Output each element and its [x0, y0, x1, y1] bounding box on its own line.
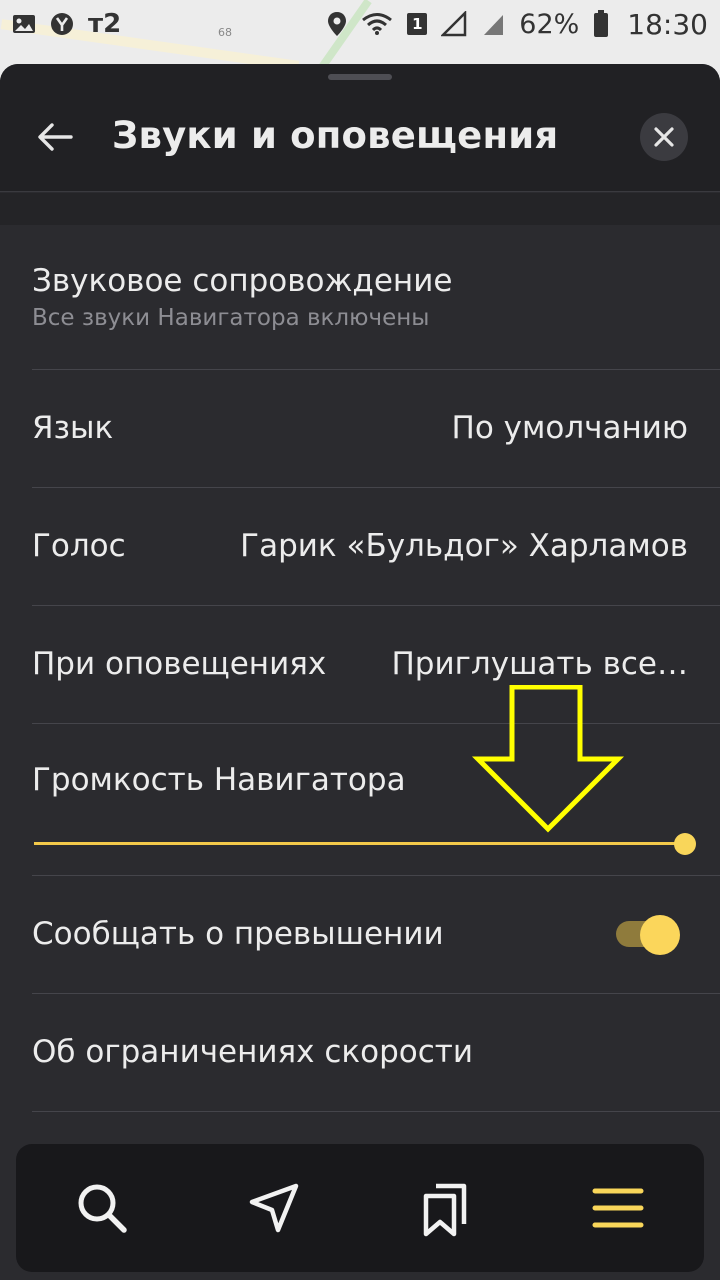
back-arrow-icon — [38, 123, 73, 151]
wifi-icon — [362, 13, 393, 35]
signal-icon-2 — [484, 15, 504, 35]
setting-value: Приглушать все… — [391, 646, 688, 682]
sheet-header: Звуки и оповещения — [0, 64, 720, 192]
setting-label: Звуковое сопровождение — [32, 263, 453, 299]
toggle-knob — [640, 915, 680, 955]
yandex-icon — [51, 13, 73, 35]
setting-label: При оповещениях — [32, 646, 327, 682]
image-icon — [13, 15, 35, 33]
annotation-arrow-icon — [471, 685, 625, 833]
setting-language[interactable]: Язык По умолчанию — [32, 370, 720, 488]
setting-voice[interactable]: Голос Гарик «Бульдог» Харламов — [32, 488, 720, 606]
setting-value: Гарик «Бульдог» Харламов — [240, 528, 688, 564]
signal-icon — [441, 11, 467, 37]
battery-icon — [594, 10, 609, 37]
carrier-label: т2 — [88, 9, 122, 39]
setting-label: Голос — [32, 528, 126, 564]
status-bar: т2 1 62% 18:30 — [0, 0, 720, 48]
slider-track — [34, 842, 684, 845]
speeding-toggle[interactable] — [616, 915, 682, 955]
navigation-arrow-icon — [249, 1183, 299, 1233]
nav-navigation-button[interactable] — [232, 1166, 316, 1250]
setting-speeding-alert[interactable]: Сообщать о превышении — [32, 876, 720, 994]
page-title: Звуки и оповещения — [112, 114, 559, 157]
slider-thumb[interactable] — [674, 833, 696, 855]
setting-label: Об ограничениях скорости — [32, 1034, 473, 1070]
close-icon — [654, 127, 674, 147]
clock: 18:30 — [627, 7, 708, 41]
nav-menu-button[interactable] — [576, 1166, 660, 1250]
settings-list: Звуковое сопровождение Все звуки Навигат… — [0, 225, 720, 1112]
bottom-navigation — [16, 1144, 704, 1272]
settings-sheet: Звуки и оповещения Звуковое сопровождени… — [0, 64, 720, 1280]
setting-label: Язык — [32, 410, 114, 446]
drag-handle[interactable] — [328, 74, 392, 80]
setting-speed-limits[interactable]: Об ограничениях скорости — [32, 994, 720, 1112]
sim-badge: 1 — [407, 13, 428, 35]
location-icon — [328, 12, 347, 36]
setting-sound-accompaniment[interactable]: Звуковое сопровождение Все звуки Навигат… — [32, 225, 720, 370]
close-button[interactable] — [640, 113, 688, 161]
nav-bookmarks-button[interactable] — [404, 1166, 488, 1250]
header-spacer — [0, 193, 720, 225]
setting-label: Сообщать о превышении — [32, 916, 444, 952]
menu-icon — [592, 1188, 644, 1228]
nav-search-button[interactable] — [60, 1166, 144, 1250]
setting-label: Громкость Навигатора — [32, 762, 406, 798]
search-icon — [78, 1184, 127, 1233]
bookmarks-icon — [423, 1183, 467, 1237]
back-button[interactable] — [30, 114, 80, 160]
setting-value: По умолчанию — [451, 410, 688, 446]
battery-percent: 62% — [519, 8, 580, 40]
setting-subtitle: Все звуки Навигатора включены — [32, 305, 430, 331]
